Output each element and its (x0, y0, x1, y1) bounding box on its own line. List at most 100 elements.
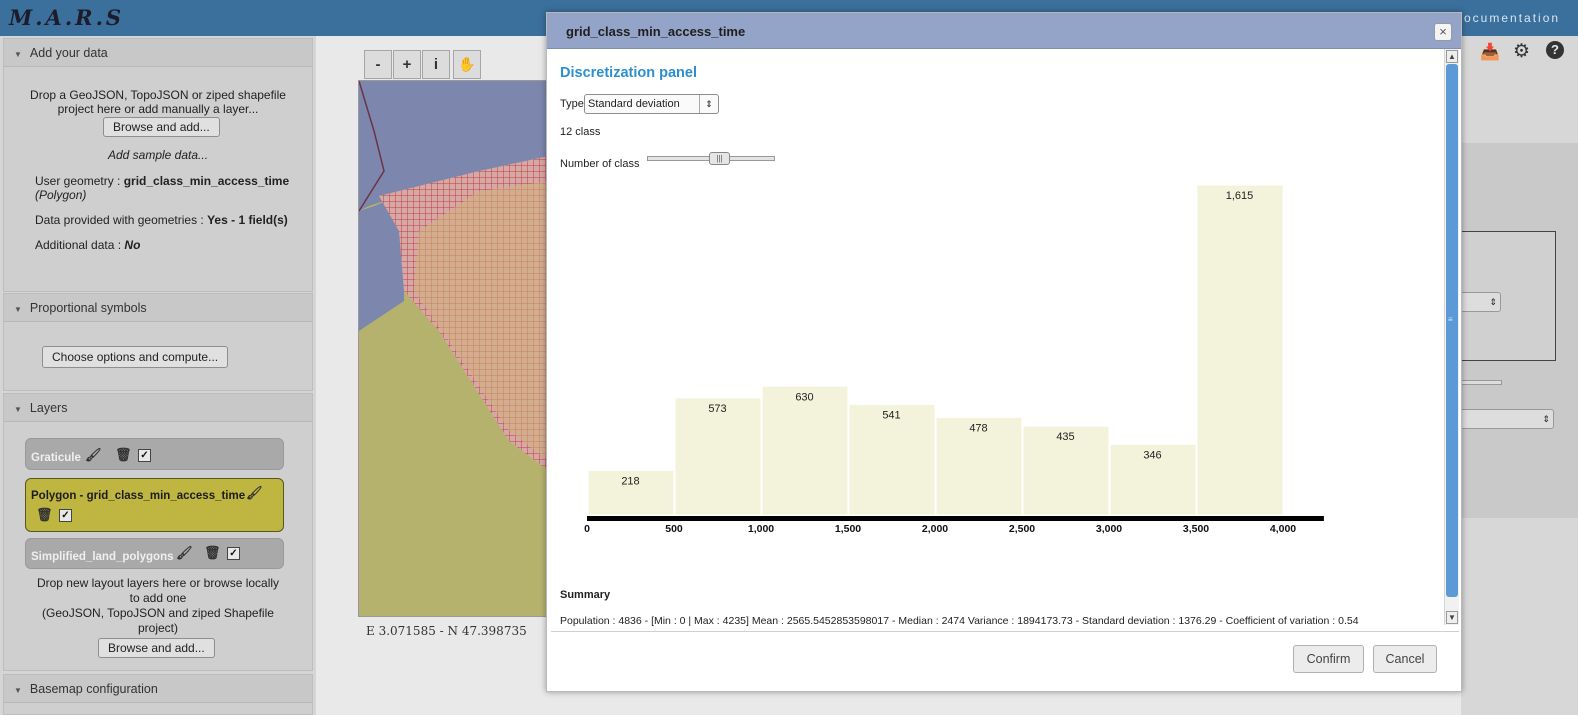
prop-symbols-header-label: Proportional symbols (29, 301, 147, 315)
layers-browse-button[interactable]: Browse and add... (98, 638, 215, 658)
collapse-triangle-icon: ▼ (14, 686, 22, 695)
discretization-dialog: grid_class_min_access_time × Discretizat… (546, 12, 1462, 692)
documentation-link[interactable]: ocumentation (1464, 11, 1560, 25)
right-select-1[interactable]: ⇕ (1461, 292, 1501, 312)
gear-icon[interactable]: ⚙ (1513, 40, 1530, 63)
x-tick-label: 3,000 (1096, 523, 1122, 535)
right-select-2[interactable]: ⇕ (1461, 409, 1554, 429)
layers-header-label: Layers (29, 401, 68, 415)
layer-item-graticule[interactable]: Graticule 🖌 🗑 ✓ (25, 438, 284, 470)
bar-value-label: 478 (969, 422, 987, 434)
dialog-scrollbar[interactable]: ▲ ≡ ▼ (1444, 49, 1459, 625)
browse-add-button[interactable]: Browse and add... (103, 117, 220, 137)
confirm-button[interactable]: Confirm (1293, 645, 1364, 673)
chevron-updown-icon: ⇕ (699, 95, 718, 113)
basemap-section: ▼ Basemap configuration (3, 674, 313, 715)
summary-text: Population : 4836 - [Min : 0 | Max : 423… (560, 615, 1359, 627)
cancel-button[interactable]: Cancel (1373, 645, 1437, 673)
layers-drop-line-1: Drop new layout layers here or browse lo… (36, 576, 280, 590)
bar-value-label: 541 (882, 409, 900, 421)
geometry-value: grid_class_min_access_time (123, 174, 290, 188)
trash-icon[interactable]: 🗑 (204, 545, 221, 561)
histogram-bar (674, 397, 762, 516)
collapse-triangle-icon: ▼ (14, 50, 22, 59)
geometry-type: (Polygon) (35, 188, 87, 202)
trash-icon[interactable]: 🗑 (36, 507, 53, 523)
zoom-out-button[interactable]: - (364, 50, 392, 79)
layer-item-polygon[interactable]: Polygon - grid_class_min_access_time 🖌 🗑… (25, 478, 284, 532)
choose-options-button[interactable]: Choose options and compute... (42, 346, 229, 368)
type-label: Type (560, 98, 584, 110)
brush-icon[interactable]: 🖌 (85, 447, 102, 463)
drop-text-line-1: Drop a GeoJSON, TopoJSON or ziped shapef… (30, 88, 286, 102)
basemap-header[interactable]: ▼ Basemap configuration (4, 675, 312, 703)
proportional-symbols-section: ▼ Proportional symbols Choose options and… (3, 293, 313, 391)
add-data-section: ▼ Add your data Drop a GeoJSON, TopoJSON … (3, 38, 313, 292)
layers-drop-line-2: to add one (129, 591, 187, 605)
map-canvas[interactable] (358, 80, 548, 617)
x-tick-label: 1,000 (748, 523, 774, 535)
x-tick-label: 0 (584, 523, 590, 535)
add-data-header[interactable]: ▼ Add your data (4, 39, 312, 67)
layer-name: Polygon - grid_class_min_access_time (31, 490, 246, 502)
collapse-triangle-icon: ▼ (14, 305, 22, 314)
scroll-down-icon[interactable]: ▼ (1446, 611, 1458, 624)
dialog-footer-divider (551, 631, 1459, 632)
class-count: 12 class (560, 126, 601, 138)
type-select[interactable]: Standard deviation ⇕ (584, 94, 719, 114)
x-tick-label: 1,500 (835, 523, 861, 535)
type-select-value: Standard deviation (588, 98, 680, 110)
layers-header[interactable]: ▼ Layers (4, 394, 312, 422)
visibility-checkbox[interactable]: ✓ (227, 547, 240, 560)
panel-title: Discretization panel (560, 65, 697, 81)
geometry-label: User geometry : (35, 174, 124, 188)
pan-hand-icon[interactable]: ✋ (453, 50, 481, 79)
x-tick-label: 3,500 (1183, 523, 1209, 535)
layers-drop-line-4: project) (137, 621, 178, 635)
brush-icon[interactable]: 🖌 (176, 545, 193, 561)
left-panel: ▼ Add your data Drop a GeoJSON, TopoJSON … (0, 36, 316, 715)
visibility-checkbox[interactable]: ✓ (59, 509, 72, 522)
bar-value-label: 630 (795, 391, 813, 403)
drop-text-line-2: project here or add manually a layer... (57, 102, 259, 116)
histogram-chart: 218 573 630 541 478 435 346 1,615 0 500 1,000 1,500… (584, 184, 1324, 535)
additional-value: No (124, 238, 141, 252)
layer-name: Simplified_land_polygons (31, 551, 174, 563)
scroll-grip-icon: ≡ (1448, 315, 1453, 324)
map-coordinates: E 3.071585 - N 47.398735 (366, 624, 527, 638)
provided-value: Yes - 1 field(s) (207, 213, 288, 227)
brush-icon[interactable]: 🖌 (246, 485, 263, 501)
additional-label: Additional data : (35, 238, 125, 252)
layer-item-land-polygons[interactable]: Simplified_land_polygons 🖌 🗑 ✓ (25, 538, 284, 569)
x-tick-label: 2,500 (1009, 523, 1035, 535)
zoom-in-button[interactable]: + (393, 50, 421, 79)
bar-value-label: 1,615 (1226, 190, 1254, 202)
x-tick-label: 500 (665, 523, 683, 535)
layers-drop-text: Drop new layout layers here or browse lo… (3, 576, 313, 636)
inbox-icon[interactable]: 📥 (1480, 42, 1500, 62)
x-tick-label: 2,000 (922, 523, 948, 535)
bar-value-label: 346 (1143, 449, 1161, 461)
basemap-header-label: Basemap configuration (29, 682, 158, 696)
x-axis-line (587, 516, 1324, 521)
dialog-title: grid_class_min_access_time (566, 24, 746, 39)
trash-icon[interactable]: 🗑 (115, 447, 132, 463)
add-sample-data-link[interactable]: Add sample data... (4, 148, 312, 162)
summary-title: Summary (560, 589, 611, 601)
help-icon[interactable]: ? (1546, 41, 1564, 59)
prop-symbols-header[interactable]: ▼ Proportional symbols (4, 294, 312, 322)
dialog-header[interactable]: grid_class_min_access_time × (547, 13, 1461, 49)
layer-name: Graticule (31, 452, 81, 464)
close-icon[interactable]: × (1434, 23, 1452, 41)
visibility-checkbox[interactable]: ✓ (138, 449, 151, 462)
scroll-up-icon[interactable]: ▲ (1446, 50, 1458, 63)
scroll-thumb[interactable] (1446, 64, 1458, 597)
histogram-bar (1196, 184, 1284, 516)
histogram-bar (761, 385, 849, 516)
right-slider[interactable] (1461, 380, 1502, 385)
bar-value-label: 218 (621, 475, 639, 487)
bar-value-label: 435 (1056, 431, 1074, 443)
map-svg[interactable] (359, 81, 548, 617)
info-button[interactable]: i (422, 50, 450, 79)
x-tick-label: 4,000 (1270, 523, 1296, 535)
